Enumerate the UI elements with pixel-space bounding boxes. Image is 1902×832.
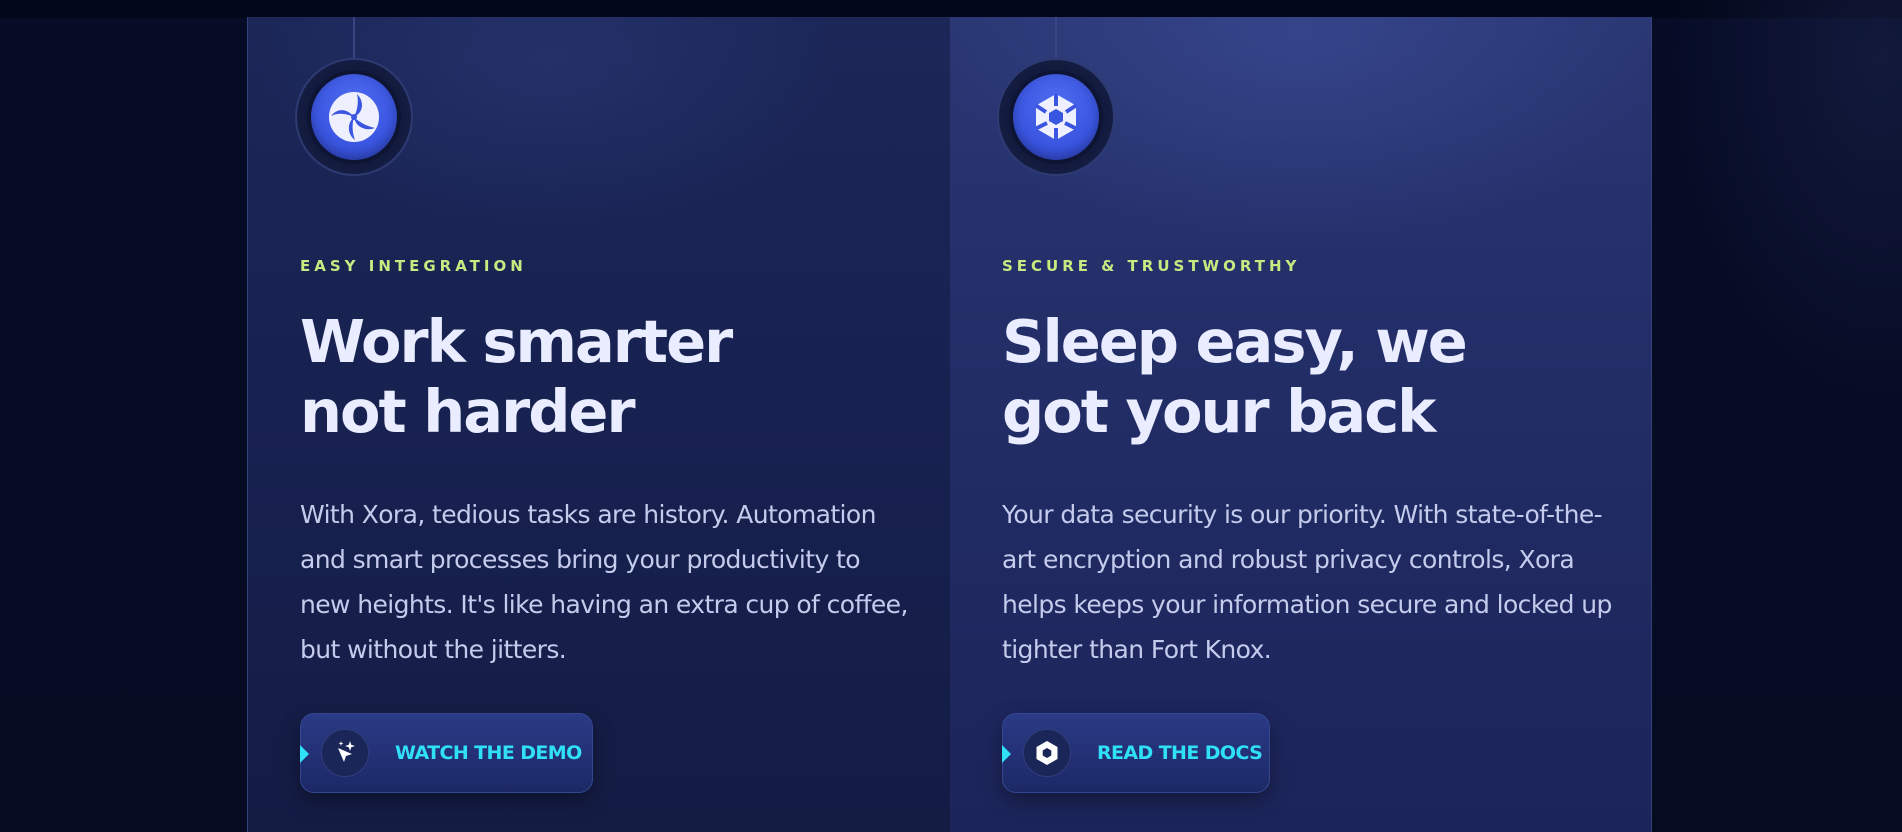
feature-heading-line: Work smarter [300,307,733,376]
button-marker [300,745,309,763]
feature-description: With Xora, tedious tasks are history. Au… [300,500,908,664]
page: EASY INTEGRATION Work smarter not harder… [0,0,1902,832]
connector-line [353,17,355,59]
hexagon-docs-icon [1023,729,1071,777]
feature-heading-line: got your back [1002,377,1436,446]
button-marker [1002,745,1011,763]
feature-card-security: SECURE & TRUSTWORTHY Sleep easy, we got … [950,17,1652,832]
watch-demo-label: WATCH THE DEMO [395,742,582,764]
read-docs-label: READ THE DOCS [1097,742,1263,764]
watch-demo-button[interactable]: WATCH THE DEMO [300,713,593,793]
feature-description: Your data security is our priority. With… [1002,500,1612,664]
read-docs-button[interactable]: READ THE DOCS [1002,713,1270,793]
feature-heading-line: not harder [300,377,636,446]
features-section: EASY INTEGRATION Work smarter not harder… [247,17,1652,832]
hexagon-shield-icon [1013,74,1099,160]
feature-heading: Sleep easy, we got your back [1002,307,1622,447]
feature-heading-line: Sleep easy, we [1002,307,1468,376]
connector-line [1055,17,1057,59]
feature-eyebrow: SECURE & TRUSTWORTHY [1002,257,1301,275]
feature-icon-badge [295,58,413,176]
swirl-logo-icon [311,74,397,160]
feature-card-integration: EASY INTEGRATION Work smarter not harder… [247,17,950,832]
cursor-sparkle-icon [321,729,369,777]
feature-heading: Work smarter not harder [300,307,920,447]
feature-icon-badge [997,58,1115,176]
feature-eyebrow: EASY INTEGRATION [300,257,527,275]
